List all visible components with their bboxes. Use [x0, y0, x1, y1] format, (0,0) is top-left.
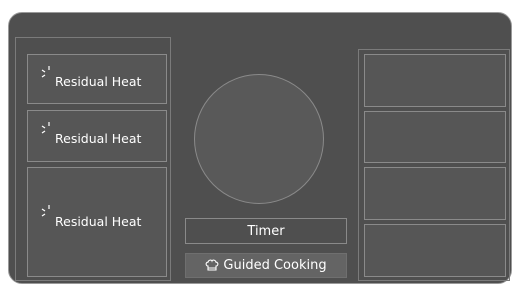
residual-heat-icon	[41, 66, 50, 78]
residual-heat-icon	[41, 122, 50, 134]
timer-button[interactable]: Timer	[185, 218, 347, 244]
left-zone-2[interactable]: Residual Heat	[27, 110, 167, 162]
right-zone-2[interactable]	[364, 111, 506, 163]
right-zone-3[interactable]	[364, 167, 506, 220]
timer-label: Timer	[247, 223, 285, 239]
residual-heat-icon	[41, 205, 50, 217]
residual-heat-label: Residual Heat	[55, 214, 142, 229]
residual-heat-label: Residual Heat	[55, 131, 142, 146]
residual-heat-label: Residual Heat	[55, 74, 142, 89]
guided-cooking-label: Guided Cooking	[223, 258, 327, 273]
left-zone-3[interactable]: Residual Heat	[27, 167, 167, 277]
right-zone-4[interactable]	[364, 224, 506, 277]
center-round-zone[interactable]	[194, 74, 324, 204]
right-zone-1[interactable]	[364, 54, 506, 107]
guided-cooking-button[interactable]: Guided Cooking	[185, 253, 347, 278]
chef-hat-icon	[205, 259, 219, 271]
left-zone-1[interactable]: Residual Heat	[27, 54, 167, 104]
